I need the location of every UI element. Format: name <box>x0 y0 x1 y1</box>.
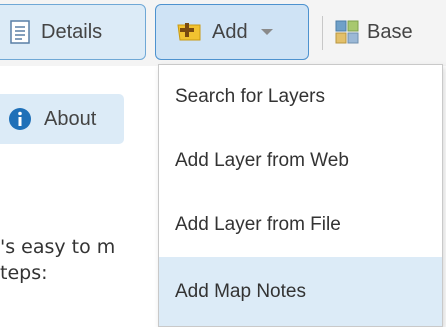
menu-item-label: Add Layer from File <box>175 214 341 235</box>
info-icon <box>8 107 32 131</box>
intro-line-2: teps: <box>0 262 48 284</box>
basemap-grid-icon <box>335 20 359 44</box>
menu-item-label: Search for Layers <box>175 86 325 107</box>
toolbar: Details Add Base <box>0 0 446 66</box>
menu-item-search-for-layers[interactable]: Search for Layers <box>159 65 442 129</box>
about-button[interactable]: About <box>0 94 124 144</box>
about-label: About <box>44 107 97 130</box>
menu-item-add-map-notes[interactable]: Add Map Notes <box>159 257 442 326</box>
menu-item-add-layer-from-file[interactable]: Add Layer from File <box>159 193 442 257</box>
add-dropdown-menu: Search for Layers Add Layer from Web Add… <box>158 64 443 327</box>
basemap-label: Base <box>367 20 413 43</box>
add-label: Add <box>212 20 248 43</box>
details-label: Details <box>41 20 103 43</box>
menu-item-add-layer-from-web[interactable]: Add Layer from Web <box>159 129 442 193</box>
chevron-down-icon <box>260 27 274 37</box>
document-list-icon <box>9 20 31 44</box>
details-button[interactable]: Details <box>0 4 146 60</box>
intro-line-1: 's easy to m <box>0 236 116 258</box>
menu-item-label: Add Map Notes <box>175 280 306 302</box>
add-button[interactable]: Add <box>155 4 309 60</box>
basemap-button[interactable]: Base <box>335 4 413 60</box>
add-content-icon <box>176 20 202 44</box>
menu-item-label: Add Layer from Web <box>175 150 349 171</box>
toolbar-divider <box>322 16 323 50</box>
